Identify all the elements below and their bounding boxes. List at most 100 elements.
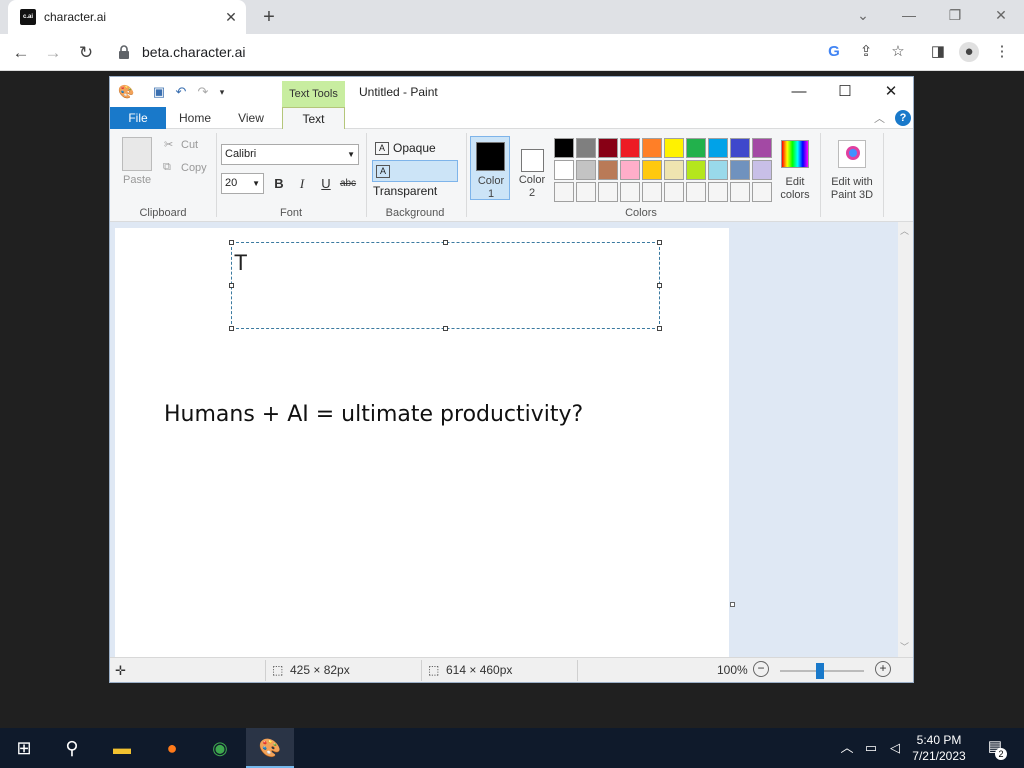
palette-swatch[interactable]	[576, 182, 596, 202]
close-paint-button[interactable]: ✕	[868, 77, 914, 107]
collapse-ribbon-icon[interactable]: ︿	[874, 110, 885, 126]
resize-handle[interactable]	[657, 283, 662, 288]
windows-start-icon[interactable]: ⊞	[0, 728, 48, 768]
resize-handle[interactable]	[229, 240, 234, 245]
palette-swatch[interactable]	[620, 182, 640, 202]
font-family-select[interactable]: Calibri ▼	[221, 144, 359, 165]
back-icon[interactable]: ←	[8, 40, 34, 66]
palette-swatch[interactable]	[642, 138, 662, 158]
zoom-slider-thumb[interactable]	[816, 663, 824, 679]
resize-handle[interactable]	[657, 240, 662, 245]
bold-button[interactable]: B	[269, 174, 289, 194]
tab-home[interactable]: Home	[170, 107, 220, 129]
opaque-button[interactable]: A Opaque	[372, 138, 462, 158]
palette-swatch[interactable]	[708, 138, 728, 158]
file-explorer-icon[interactable]: ▬	[98, 728, 146, 768]
palette-swatch[interactable]	[752, 160, 772, 180]
zoom-out-button[interactable]: −	[753, 661, 769, 677]
undo-icon[interactable]: ↶	[173, 84, 189, 100]
palette-swatch[interactable]	[642, 160, 662, 180]
canvas-resize-handle[interactable]	[730, 602, 735, 607]
palette-swatch[interactable]	[576, 160, 596, 180]
paint-app-icon[interactable]: 🎨	[118, 84, 134, 100]
google-icon[interactable]: G	[824, 42, 844, 62]
customize-toolbar-icon[interactable]: ▾	[214, 84, 230, 100]
bookmark-icon[interactable]: ☆	[888, 42, 908, 62]
edit-colors-button[interactable]: Edit colors	[778, 138, 812, 202]
palette-swatch[interactable]	[576, 138, 596, 158]
minimize-paint-button[interactable]: —	[776, 77, 822, 107]
share-icon[interactable]: ⇪	[856, 42, 876, 62]
italic-button[interactable]: I	[292, 174, 312, 194]
palette-swatch[interactable]	[686, 160, 706, 180]
palette-swatch[interactable]	[642, 182, 662, 202]
firefox-icon[interactable]: ●	[148, 728, 196, 768]
palette-swatch[interactable]	[686, 138, 706, 158]
reload-icon[interactable]: ↻	[73, 40, 99, 66]
palette-swatch[interactable]	[664, 160, 684, 180]
scroll-down-icon[interactable]: ﹀	[900, 640, 909, 653]
color1-button[interactable]: Color 1	[470, 136, 510, 200]
palette-swatch[interactable]	[708, 160, 728, 180]
zoom-in-button[interactable]: +	[875, 661, 891, 677]
redo-icon[interactable]: ↷	[195, 84, 211, 100]
paste-button[interactable]: Paste	[123, 174, 151, 186]
lock-icon[interactable]	[118, 44, 130, 60]
tab-view[interactable]: View	[226, 107, 276, 129]
drawing-canvas[interactable]: T Humans + AI = ultimate productivity?	[115, 228, 729, 657]
palette-swatch[interactable]	[686, 182, 706, 202]
font-size-select[interactable]: 20 ▼	[221, 173, 264, 194]
paint-taskbar-icon[interactable]: 🎨	[246, 728, 294, 768]
save-icon[interactable]: ▣	[151, 84, 167, 100]
cut-button[interactable]: Cut	[181, 139, 198, 151]
resize-handle[interactable]	[229, 283, 234, 288]
tab-text[interactable]: Text	[282, 107, 345, 130]
palette-swatch[interactable]	[620, 160, 640, 180]
search-icon[interactable]: ⚲	[48, 728, 96, 768]
cut-icon[interactable]: ✂	[164, 138, 173, 151]
palette-swatch[interactable]	[730, 160, 750, 180]
minimize-browser-button[interactable]: —	[886, 0, 932, 30]
vertical-scrollbar[interactable]: ︿ ﹀	[898, 222, 913, 657]
palette-swatch[interactable]	[620, 138, 640, 158]
resize-handle[interactable]	[229, 326, 234, 331]
palette-swatch[interactable]	[730, 138, 750, 158]
palette-swatch[interactable]	[554, 138, 574, 158]
resize-handle[interactable]	[443, 326, 448, 331]
network-icon[interactable]: ▭	[862, 739, 880, 757]
forward-icon[interactable]: →	[40, 40, 66, 66]
address-bar[interactable]: beta.character.ai	[142, 44, 246, 60]
help-icon[interactable]: ?	[895, 110, 911, 126]
palette-swatch[interactable]	[598, 182, 618, 202]
system-clock[interactable]: 5:40 PM 7/21/2023	[900, 732, 978, 764]
resize-handle[interactable]	[443, 240, 448, 245]
palette-swatch[interactable]	[554, 160, 574, 180]
transparent-button[interactable]: A Transparent	[372, 160, 458, 198]
color2-button[interactable]: Color 2	[512, 136, 552, 200]
palette-swatch[interactable]	[598, 138, 618, 158]
new-tab-button[interactable]: +	[258, 7, 280, 29]
palette-swatch[interactable]	[752, 182, 772, 202]
chrome-icon[interactable]: ◉	[196, 728, 244, 768]
palette-swatch[interactable]	[664, 138, 684, 158]
strikethrough-button[interactable]: abc	[338, 174, 358, 194]
palette-swatch[interactable]	[708, 182, 728, 202]
edit-with-paint3d-button[interactable]: Edit with Paint 3D	[828, 138, 876, 202]
palette-swatch[interactable]	[554, 182, 574, 202]
text-box-selection[interactable]	[229, 240, 662, 331]
show-hidden-icons-icon[interactable]: ︿	[838, 739, 856, 757]
palette-swatch[interactable]	[664, 182, 684, 202]
profile-icon[interactable]: ●	[959, 42, 979, 62]
maximize-paint-button[interactable]: ☐	[822, 77, 868, 107]
palette-swatch[interactable]	[752, 138, 772, 158]
sidepanel-icon[interactable]: ◨	[928, 42, 948, 62]
copy-button[interactable]: Copy	[181, 162, 207, 174]
resize-handle[interactable]	[657, 326, 662, 331]
close-browser-button[interactable]: ✕	[978, 0, 1024, 30]
paste-icon[interactable]	[122, 137, 152, 171]
palette-swatch[interactable]	[730, 182, 750, 202]
browser-tab[interactable]: c.ai character.ai ✕	[8, 0, 246, 34]
tab-file[interactable]: File	[110, 107, 166, 129]
underline-button[interactable]: U	[316, 174, 336, 194]
scroll-up-icon[interactable]: ︿	[900, 224, 909, 237]
